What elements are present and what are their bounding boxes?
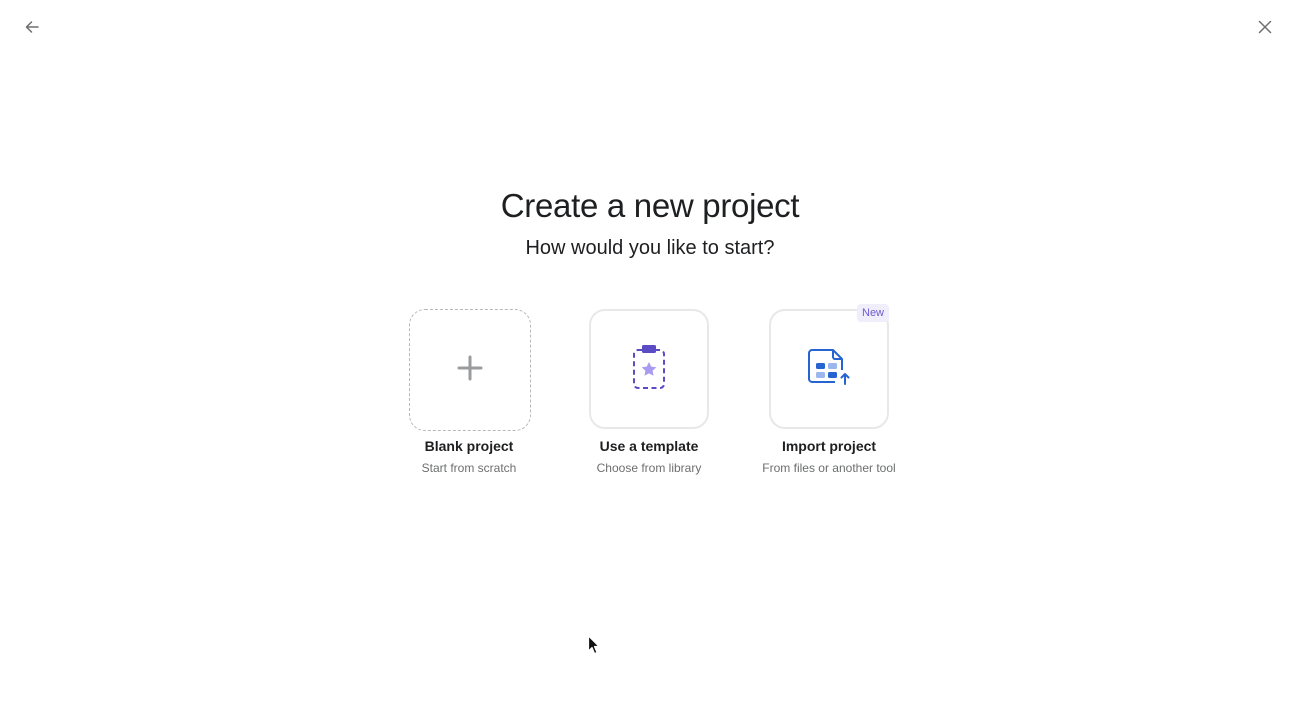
back-button[interactable]	[18, 13, 46, 41]
arrow-left-icon	[24, 19, 40, 35]
option-description: From files or another tool	[762, 461, 896, 475]
option-title: Blank project	[424, 438, 514, 454]
plus-icon	[457, 355, 483, 386]
import-project-option[interactable]: New Import project From files or another…	[739, 304, 919, 489]
option-title: Use a template	[599, 438, 699, 454]
create-project-page: Create a new project How would you like …	[0, 0, 1300, 728]
use-template-option[interactable]: Use a template Choose from library	[559, 309, 739, 489]
close-icon	[1257, 19, 1273, 35]
use-template-tile[interactable]	[589, 309, 709, 429]
close-button[interactable]	[1251, 13, 1279, 41]
option-description: Choose from library	[596, 461, 702, 475]
blank-project-option[interactable]: Blank project Start from scratch	[379, 309, 559, 489]
option-title: Import project	[781, 438, 877, 454]
page-title: Create a new project	[500, 187, 800, 224]
mouse-cursor-icon	[587, 635, 601, 660]
blank-project-tile[interactable]	[409, 309, 531, 431]
new-badge: New	[857, 304, 890, 322]
page-subtitle: How would you like to start?	[525, 237, 775, 259]
option-description: Start from scratch	[421, 461, 517, 475]
template-star-icon	[632, 344, 666, 395]
import-file-icon	[807, 347, 851, 392]
import-project-tile[interactable]	[769, 309, 889, 429]
